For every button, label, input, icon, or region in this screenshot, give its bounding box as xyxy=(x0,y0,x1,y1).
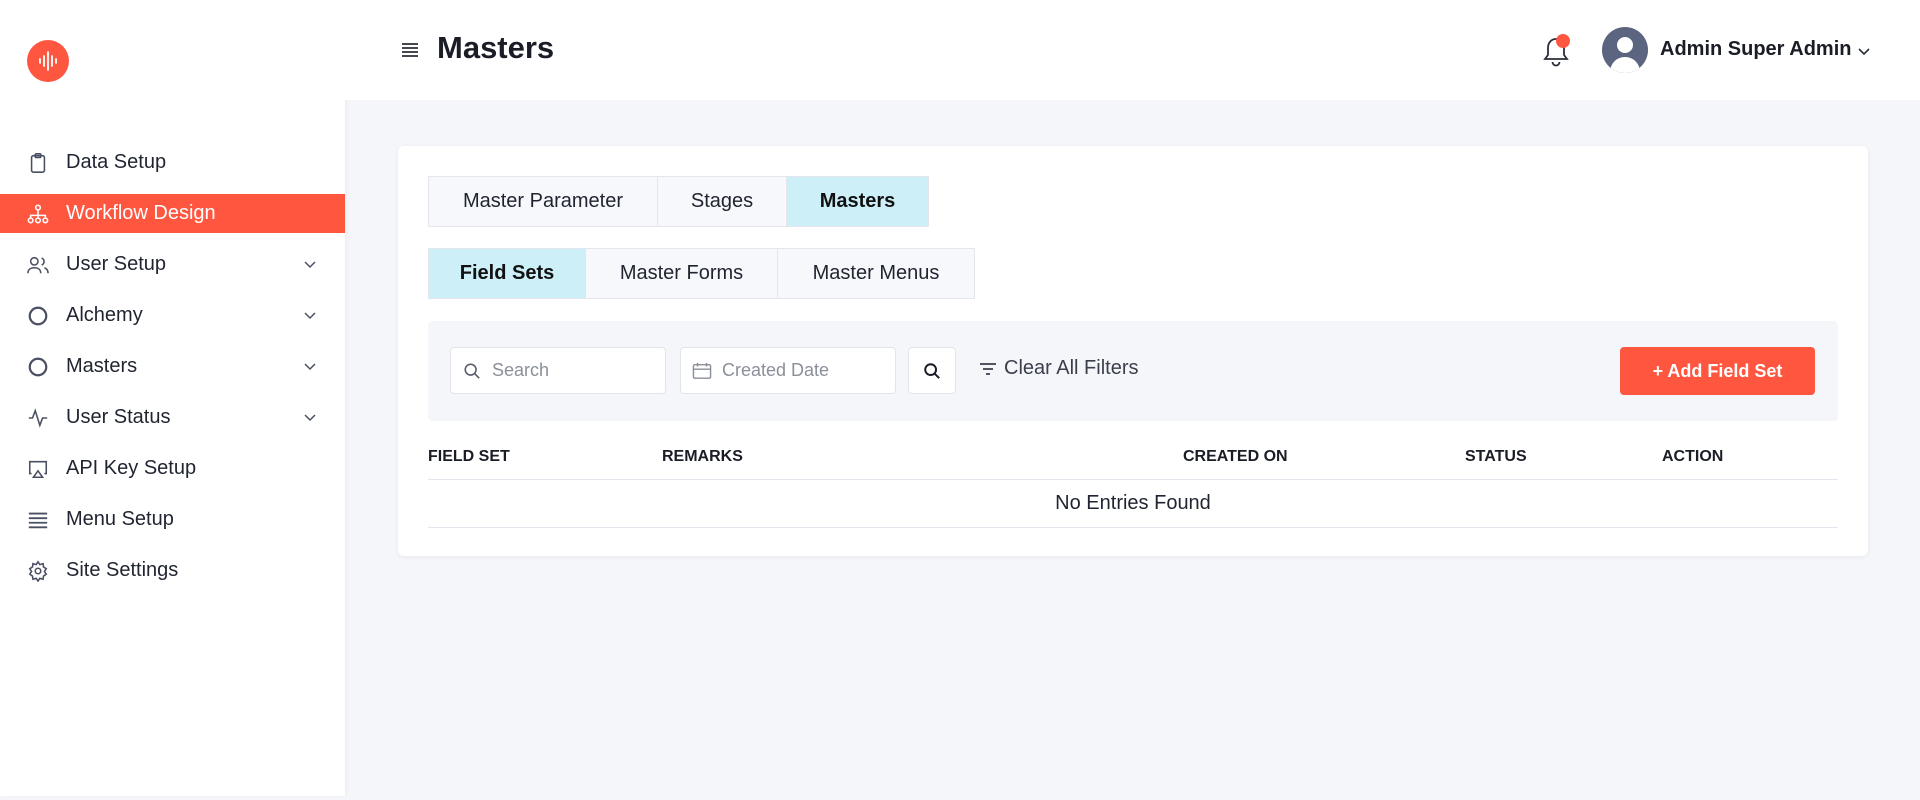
clear-filters-button[interactable]: Clear All Filters xyxy=(978,357,1138,380)
empty-state-message: No Entries Found xyxy=(428,480,1838,528)
field-sets-table: FIELD SET REMARKS CREATED ON STATUS ACTI… xyxy=(428,431,1838,528)
created-date-input[interactable] xyxy=(722,360,872,381)
sidebar-item-user-status[interactable]: User Status xyxy=(0,392,345,443)
sidebar-item-masters[interactable]: Masters xyxy=(0,341,345,392)
tab-master-menus[interactable]: Master Menus xyxy=(778,249,974,298)
sidebar-item-label: API Key Setup xyxy=(66,457,197,479)
chevron-down-icon xyxy=(303,360,317,374)
main-card: Master Parameter Stages Masters Field Se… xyxy=(398,146,1868,556)
activity-icon xyxy=(26,406,50,430)
tab-master-forms[interactable]: Master Forms xyxy=(586,249,778,298)
primary-tabs: Master Parameter Stages Masters xyxy=(428,176,929,227)
sidebar-item-api-key-setup[interactable]: API Key Setup xyxy=(0,443,345,494)
menu-toggle-icon[interactable] xyxy=(400,40,420,60)
sidebar-nav: Data Setup Workflow Design User Setup Al… xyxy=(0,137,345,596)
list-icon xyxy=(26,508,50,532)
clipboard-icon xyxy=(26,151,50,175)
column-header-remarks[interactable]: REMARKS xyxy=(662,448,743,466)
tab-masters[interactable]: Masters xyxy=(787,177,928,226)
sidebar-item-alchemy[interactable]: Alchemy xyxy=(0,290,345,341)
search-icon xyxy=(462,361,482,381)
gear-icon xyxy=(26,559,50,583)
sound-wave-icon xyxy=(39,51,57,71)
clear-filters-label: Clear All Filters xyxy=(1004,357,1139,379)
sidebar-item-label: User Setup xyxy=(66,253,167,275)
chevron-down-icon xyxy=(303,411,317,425)
avatar[interactable] xyxy=(1602,27,1648,73)
chevron-down-icon xyxy=(303,309,317,323)
tab-master-parameter[interactable]: Master Parameter xyxy=(429,177,658,226)
search-field xyxy=(450,347,666,394)
notification-dot xyxy=(1556,34,1570,48)
calendar-icon xyxy=(692,361,712,381)
filter-bar: Clear All Filters + Add Field Set xyxy=(428,321,1838,421)
add-field-set-button[interactable]: + Add Field Set xyxy=(1620,347,1815,395)
table-header: FIELD SET REMARKS CREATED ON STATUS ACTI… xyxy=(428,431,1838,480)
users-icon xyxy=(26,253,50,277)
sidebar: Data Setup Workflow Design User Setup Al… xyxy=(0,0,345,796)
search-input[interactable] xyxy=(492,360,642,381)
user-name[interactable]: Admin Super Admin xyxy=(1660,38,1851,61)
top-header: Masters Admin Super Admin xyxy=(345,0,1920,100)
sidebar-item-workflow-design[interactable]: Workflow Design xyxy=(0,194,345,233)
column-header-status[interactable]: STATUS xyxy=(1465,448,1527,466)
sidebar-item-label: Data Setup xyxy=(66,151,167,173)
sidebar-item-label: Masters xyxy=(66,355,138,377)
app-logo[interactable] xyxy=(27,40,69,82)
tab-stages[interactable]: Stages xyxy=(658,177,787,226)
sidebar-item-user-setup[interactable]: User Setup xyxy=(0,239,345,290)
chevron-down-icon[interactable] xyxy=(1858,43,1872,57)
circle-icon xyxy=(26,355,50,379)
sidebar-item-data-setup[interactable]: Data Setup xyxy=(0,137,345,188)
sitemap-icon xyxy=(26,202,50,226)
search-button[interactable] xyxy=(908,347,956,394)
tab-field-sets[interactable]: Field Sets xyxy=(429,249,586,298)
page-title: Masters xyxy=(437,30,555,65)
column-header-created-on[interactable]: CREATED ON xyxy=(1183,448,1288,466)
created-date-field xyxy=(680,347,896,394)
user-avatar-icon xyxy=(1602,27,1648,73)
circle-icon xyxy=(26,304,50,328)
chevron-down-icon xyxy=(303,258,317,272)
sidebar-item-label: User Status xyxy=(66,406,171,428)
secondary-tabs: Field Sets Master Forms Master Menus xyxy=(428,248,975,299)
column-header-field-set[interactable]: FIELD SET xyxy=(428,448,510,466)
sidebar-item-label: Workflow Design xyxy=(66,202,216,224)
column-header-action: ACTION xyxy=(1662,448,1724,465)
sidebar-item-menu-setup[interactable]: Menu Setup xyxy=(0,494,345,545)
search-icon xyxy=(924,362,940,379)
sidebar-item-label: Menu Setup xyxy=(66,508,174,530)
sidebar-item-label: Site Settings xyxy=(66,559,179,581)
filter-icon xyxy=(978,359,998,379)
sidebar-item-label: Alchemy xyxy=(66,304,143,326)
sidebar-item-site-settings[interactable]: Site Settings xyxy=(0,545,345,596)
airplay-icon xyxy=(26,457,50,481)
